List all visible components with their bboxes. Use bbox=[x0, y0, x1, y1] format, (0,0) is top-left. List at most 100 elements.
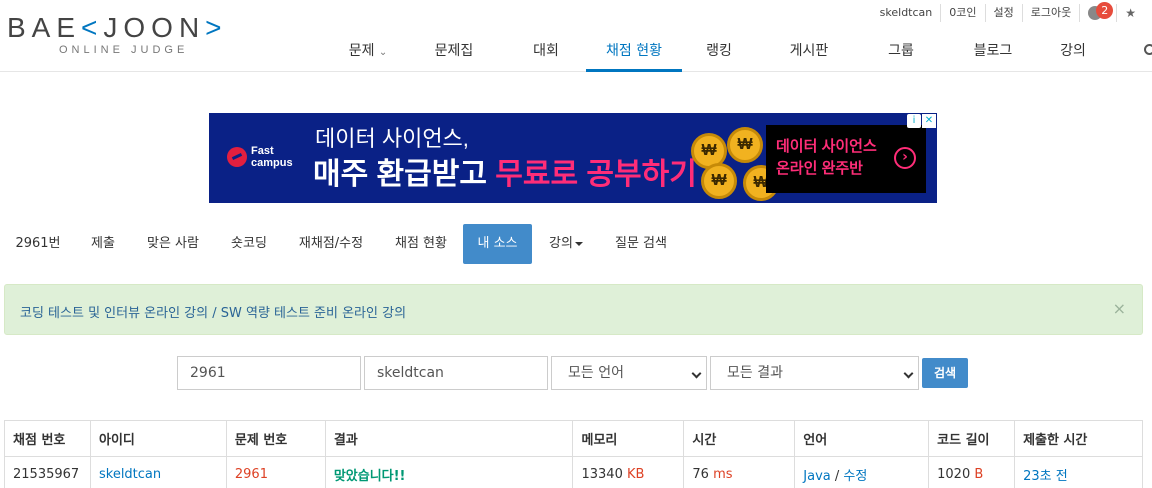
ad-cta-box[interactable]: 데이터 사이언스 온라인 완주반 › bbox=[766, 125, 926, 193]
logo-text-joon: JOON bbox=[103, 12, 206, 43]
col-header-memory: 메모리 bbox=[572, 420, 685, 457]
close-icon[interactable]: × bbox=[1113, 299, 1126, 318]
subnav-accepted-users[interactable]: 맞은 사람 bbox=[136, 224, 210, 264]
logo-bracket-left: < bbox=[81, 12, 104, 43]
col-header-submission-id: 채점 번호 bbox=[4, 420, 91, 457]
coin-link[interactable]: 0코인 bbox=[940, 4, 984, 22]
subnav-my-source[interactable]: 내 소스 bbox=[463, 224, 532, 264]
notification-badge: 2 bbox=[1096, 2, 1114, 19]
ad-close-icon[interactable]: ✕ bbox=[922, 114, 936, 128]
ad-cta-line1: 데이터 사이언스 bbox=[776, 138, 877, 155]
chevron-down-icon bbox=[903, 368, 914, 379]
col-header-user: 아이디 bbox=[89, 420, 227, 457]
result-select[interactable]: 모든 결과 bbox=[710, 356, 919, 390]
col-header-time: 시간 bbox=[683, 420, 796, 457]
nav-status[interactable]: 채점 현황 bbox=[586, 32, 682, 72]
cell-time-unit: ms bbox=[708, 467, 733, 482]
problem-id-input[interactable]: 2961 bbox=[177, 356, 361, 390]
search-icon bbox=[1143, 44, 1152, 55]
subnav-short-coding[interactable]: 숏코딩 bbox=[220, 224, 278, 264]
cell-problem-link[interactable]: 2961 bbox=[235, 467, 268, 482]
language-select[interactable]: 모든 언어 bbox=[551, 356, 707, 390]
nav-group[interactable]: 그룹 bbox=[881, 32, 921, 72]
nav-blog[interactable]: 블로그 bbox=[963, 32, 1023, 72]
ad-info-icon[interactable]: i bbox=[907, 114, 921, 128]
col-header-code-length: 코드 길이 bbox=[928, 420, 1016, 457]
table-row: 21535967 skeldtcan 2961 맞았습니다!! 13340 KB… bbox=[4, 456, 1143, 488]
fastcampus-logo-icon bbox=[227, 147, 247, 167]
subnav-lecture-label: 강의 bbox=[549, 236, 573, 251]
cell-language-link[interactable]: Java bbox=[803, 469, 830, 484]
cell-result: 맞았습니다!! bbox=[333, 469, 406, 484]
cell-code-length-value: 1020 bbox=[937, 467, 971, 482]
username-link[interactable]: skeldtcan bbox=[872, 4, 941, 22]
subnav-qna-search[interactable]: 질문 검색 bbox=[604, 224, 678, 264]
star-icon[interactable]: ★ bbox=[1116, 4, 1144, 22]
ad-cta-text: 데이터 사이언스 온라인 완주반 bbox=[776, 136, 877, 180]
subnav-rejudge[interactable]: 재채점/수정 bbox=[288, 224, 374, 264]
ad-brand-text: Fast campus bbox=[251, 145, 293, 169]
language-select-value: 모든 언어 bbox=[568, 365, 624, 381]
cell-user-link[interactable]: skeldtcan bbox=[99, 467, 161, 482]
nav-lecture[interactable]: 강의 bbox=[1053, 32, 1093, 72]
cell-edit-link[interactable]: 수정 bbox=[843, 469, 867, 484]
ad-brand: Fast campus bbox=[227, 145, 293, 169]
logo-text-bae: BAE bbox=[7, 12, 82, 43]
ad-headline-2: 매주 환급받고 무료로 공부하기 bbox=[313, 149, 697, 193]
cell-time: 76 ms bbox=[683, 456, 796, 488]
main-nav: 문제 ⌄ 문제집 대회 채점 현황 랭킹 게시판 그룹 블로그 강의 bbox=[330, 32, 1152, 72]
user-id-input[interactable]: skeldtcan bbox=[364, 356, 548, 390]
subnav-lecture[interactable]: 강의 bbox=[542, 224, 590, 264]
ad-brand-line1: Fast bbox=[251, 145, 274, 157]
search-button[interactable] bbox=[1129, 32, 1152, 72]
chevron-down-icon: ⌄ bbox=[378, 47, 388, 58]
status-table: 채점 번호 아이디 문제 번호 결과 메모리 시간 언어 코드 길이 제출한 시… bbox=[4, 420, 1143, 488]
logo-wordmark: BAE < JOON > bbox=[7, 12, 228, 44]
cell-submitted-at[interactable]: 23초 전 bbox=[1023, 469, 1068, 484]
site-logo[interactable]: BAE < JOON > ONLINE JUDGE bbox=[7, 12, 228, 56]
alert-link[interactable]: 코딩 테스트 및 인터뷰 온라인 강의 / SW 역량 테스트 준비 온라인 강… bbox=[20, 302, 406, 321]
col-header-submitted-at: 제출한 시간 bbox=[1014, 420, 1143, 457]
coin-icon: ₩ bbox=[727, 127, 763, 163]
promo-alert: 코딩 테스트 및 인터뷰 온라인 강의 / SW 역량 테스트 준비 온라인 강… bbox=[4, 284, 1143, 335]
search-submit-button[interactable]: 검색 bbox=[922, 358, 968, 388]
user-top-bar: skeldtcan 0코인 설정 로그아웃 2 ★ bbox=[872, 2, 1144, 22]
ad-brand-line2: campus bbox=[251, 157, 293, 169]
logo-bracket-right: > bbox=[205, 12, 228, 43]
nav-board[interactable]: 게시판 bbox=[779, 32, 839, 72]
cell-submission-id: 21535967 bbox=[4, 456, 91, 488]
nav-contest[interactable]: 대회 bbox=[518, 32, 574, 72]
subnav-problem[interactable]: 2961번 bbox=[6, 224, 70, 264]
chevron-down-icon bbox=[691, 368, 702, 379]
cell-memory-value: 13340 bbox=[581, 467, 623, 482]
coin-icon: ₩ bbox=[701, 163, 737, 199]
table-header-row: 채점 번호 아이디 문제 번호 결과 메모리 시간 언어 코드 길이 제출한 시… bbox=[4, 420, 1143, 457]
cell-language-separator: / bbox=[830, 469, 844, 484]
logout-link[interactable]: 로그아웃 bbox=[1021, 4, 1079, 22]
arrow-right-icon: › bbox=[894, 147, 916, 169]
settings-link[interactable]: 설정 bbox=[984, 4, 1022, 22]
ad-headline-2b: 무료로 공부하기 bbox=[495, 158, 697, 191]
cell-memory: 13340 KB bbox=[572, 456, 685, 488]
col-header-result: 결과 bbox=[324, 420, 574, 457]
globe-icon: 2 bbox=[1088, 2, 1114, 20]
cell-time-value: 76 bbox=[692, 467, 709, 482]
ad-headline-2a: 매주 환급받고 bbox=[313, 158, 496, 191]
cell-code-length-unit: B bbox=[970, 467, 984, 482]
nav-workbook[interactable]: 문제집 bbox=[416, 32, 492, 72]
nav-ranking[interactable]: 랭킹 bbox=[694, 32, 744, 72]
ad-cta-line2: 온라인 완주반 bbox=[776, 160, 863, 177]
result-select-value: 모든 결과 bbox=[727, 365, 783, 381]
subnav-status[interactable]: 채점 현황 bbox=[384, 224, 458, 264]
site-header: BAE < JOON > ONLINE JUDGE skeldtcan 0코인 설정 … bbox=[0, 0, 1152, 72]
nav-problems[interactable]: 문제 ⌄ bbox=[330, 32, 406, 72]
col-header-language: 언어 bbox=[794, 420, 930, 457]
caret-down-icon bbox=[574, 241, 583, 246]
notifications-button[interactable]: 2 bbox=[1079, 2, 1116, 22]
logo-subtitle: ONLINE JUDGE bbox=[59, 44, 189, 56]
cell-memory-unit: KB bbox=[622, 467, 645, 482]
cell-code-length: 1020 B bbox=[928, 456, 1016, 488]
ad-banner[interactable]: Fast campus 데이터 사이언스, 매주 환급받고 무료로 공부하기 ₩… bbox=[209, 113, 937, 203]
subnav-submit[interactable]: 제출 bbox=[80, 224, 126, 264]
col-header-problem: 문제 번호 bbox=[225, 420, 326, 457]
